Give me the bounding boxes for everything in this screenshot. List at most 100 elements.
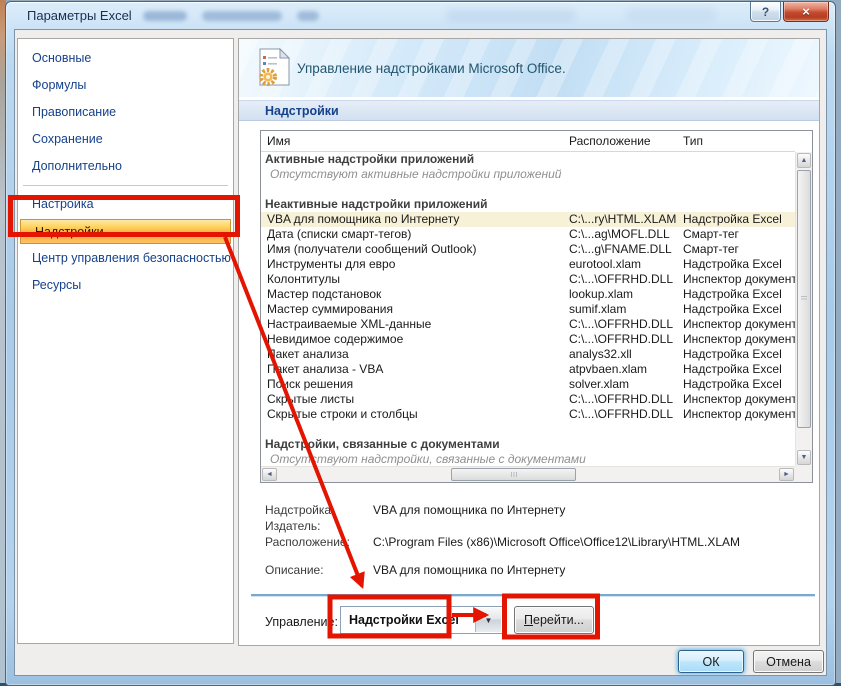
cancel-button-label: Отмена (766, 655, 811, 669)
detail-label: Надстройка: (260, 502, 373, 518)
screen: Параметры Excel ? × ОсновныеФормулыПраво… (0, 0, 841, 686)
addin-row[interactable]: Колонтитулы C:\...\OFFRHD.DLL Инспектор до… (261, 272, 795, 287)
addin-row[interactable]: Настраиваемые XML-данныеC:\...\OFFRHD.DL… (261, 317, 795, 332)
addin-row[interactable]: Мастер суммированияsumif.xlamНадстройка … (261, 302, 795, 317)
dialog-body: ОсновныеФормулыПравописаниеСохранениеДоп… (14, 29, 827, 676)
manage-dropdown[interactable]: Надстройки Excel ▼ (340, 606, 503, 634)
detail-value: C:\Program Files (x86)\Microsoft Office\… (373, 534, 740, 550)
excel-options-dialog: Параметры Excel ? × ОсновныеФормулыПраво… (5, 1, 836, 686)
addin-type: Смарт-тег (683, 242, 739, 257)
addins-table: Имя Расположение Тип Активные надстройки… (260, 130, 813, 483)
detail-label: Описание: (260, 562, 373, 578)
section-header-label: Надстройки (265, 104, 339, 118)
background-blur-artifact (297, 11, 319, 21)
addin-location: lookup.xlam (569, 287, 633, 302)
scroll-left-button[interactable]: ◄ (262, 468, 277, 481)
cancel-button[interactable]: Отмена (753, 650, 824, 673)
scroll-up-icon: ▲ (801, 157, 808, 164)
vertical-scrollbar-thumb[interactable] (797, 170, 811, 428)
addin-row[interactable]: Скрытые листыC:\...\OFFRHD.DLLИнспектор … (261, 392, 795, 407)
sidebar-item[interactable]: Надстройки (20, 219, 231, 244)
background-blur-artifact (143, 11, 187, 21)
dropdown-arrow-button[interactable]: ▼ (475, 608, 501, 632)
addin-location: solver.xlam (569, 377, 629, 392)
addin-type: Надстройка Excel (683, 212, 782, 227)
ok-button[interactable]: ОК (678, 650, 744, 673)
horizontal-scrollbar[interactable]: ◄ ► (261, 466, 795, 482)
close-button[interactable]: × (783, 2, 829, 22)
detail-value: VBA для помощника по Интернету (373, 502, 565, 518)
addin-row[interactable]: Имя (получатели сообщений Outlook)C:\...… (261, 242, 795, 257)
addin-name: Настраиваемые XML-данные (267, 317, 431, 332)
go-button[interactable]: Перейти... (514, 606, 594, 634)
addin-group-header: Надстройки, связанные с документами (261, 437, 795, 452)
addin-location: C:\...ry\HTML.XLAM (569, 212, 676, 227)
sidebar-item[interactable]: Сохранение (18, 126, 233, 153)
separator (251, 594, 815, 597)
sidebar-item[interactable]: Ресурсы (18, 272, 233, 299)
addin-row[interactable]: Поиск решенияsolver.xlamНадстройка Excel (261, 377, 795, 392)
sidebar-item[interactable]: Основные (18, 45, 233, 72)
addin-row[interactable]: Дата (списки смарт-тегов)C:\...ag\MOFL.D… (261, 227, 795, 242)
addin-location: eurotool.xlam (569, 257, 641, 272)
sidebar-item[interactable]: Настройка (18, 191, 233, 218)
sidebar-item[interactable]: Правописание (18, 99, 233, 126)
addin-row[interactable]: Пакет анализаanalys32.xllНадстройка Exce… (261, 347, 795, 362)
addin-name: Мастер подстановок (267, 287, 381, 302)
addin-name: VBA для помощника по Интернету (267, 212, 459, 227)
sidebar-item[interactable]: Центр управления безопасностью (18, 245, 233, 272)
addin-empty-note: Отсутствуют активные надстройки приложен… (261, 167, 795, 182)
scroll-left-icon: ◄ (266, 471, 273, 478)
addin-location: atpvbaen.xlam (569, 362, 647, 377)
scroll-down-button[interactable]: ▼ (797, 450, 811, 465)
column-header-location: Расположение (569, 134, 651, 148)
addin-group-header: Активные надстройки приложений (261, 152, 795, 167)
detail-row: Описание:VBA для помощника по Интернету (260, 562, 816, 578)
detail-row: Издатель: (260, 518, 816, 534)
vertical-scrollbar[interactable]: ▲ ▼ (795, 152, 812, 466)
addin-row[interactable]: Пакет анализа - VBA atpvbaen.xlam Надстрой… (261, 362, 795, 377)
addin-location: C:\...\OFFRHD.DLL (569, 392, 673, 407)
addin-name: Пакет анализа - VBA (267, 362, 383, 377)
sidebar-item[interactable]: Дополнительно (18, 153, 233, 180)
background-blur-artifact (626, 7, 716, 22)
addin-row[interactable]: Инструменты для евро eurotool.xlam Надстро… (261, 257, 795, 272)
scroll-right-button[interactable]: ► (779, 468, 794, 481)
scroll-down-icon: ▼ (801, 454, 808, 461)
addin-row[interactable]: Невидимое содержимоеC:\...\OFFRHD.DLLИнс… (261, 332, 795, 347)
addin-type: Надстройка Excel (683, 362, 782, 377)
addin-type: Надстройка Excel (683, 257, 782, 272)
addin-location: sumif.xlam (569, 302, 626, 317)
addin-type: Инспектор документо (683, 392, 795, 407)
addin-name: Инструменты для евро (267, 257, 395, 272)
addin-row[interactable]: Скрытые строки и столбцы C:\...\OFFRHD.DL… (261, 407, 795, 422)
scroll-up-button[interactable]: ▲ (797, 153, 811, 168)
column-header-type: Тип (683, 134, 703, 148)
addins-pane: Управление надстройками Microsoft Office… (238, 38, 820, 646)
detail-row: Расположение:C:\Program Files (x86)\Micr… (260, 534, 816, 550)
horizontal-scrollbar-thumb[interactable] (451, 468, 576, 481)
addin-type: Инспектор документо (683, 332, 795, 347)
background-blur-artifact (446, 9, 576, 22)
addin-row[interactable]: Мастер подстановок lookup.xlam Надстройка … (261, 287, 795, 302)
addin-type: Инспектор документо (683, 272, 795, 287)
dialog-titlebar[interactable]: Параметры Excel ? × (6, 2, 835, 29)
addin-name: Невидимое содержимое (267, 332, 403, 347)
addin-location: C:\...\OFFRHD.DLL (569, 272, 673, 287)
addin-location: analys32.xll (569, 347, 632, 362)
scrollbar-corner (795, 466, 812, 482)
addin-row[interactable]: VBA для помощника по Интернету C:\...ry\H… (261, 212, 795, 227)
addin-location: C:\...\OFFRHD.DLL (569, 407, 673, 422)
help-button[interactable]: ? (750, 2, 781, 22)
addin-name: Колонтитулы (267, 272, 340, 287)
addin-name: Имя (получатели сообщений Outlook) (267, 242, 476, 257)
addin-name: Дата (списки смарт-тегов) (267, 227, 411, 242)
section-header: Надстройки (239, 100, 819, 121)
addin-type: Надстройка Excel (683, 287, 782, 302)
addin-name: Скрытые строки и столбцы (267, 407, 418, 422)
scroll-right-icon: ► (783, 471, 790, 478)
detail-row: Надстройка:VBA для помощника по Интернет… (260, 502, 816, 518)
detail-value: VBA для помощника по Интернету (373, 562, 565, 578)
sidebar-item[interactable]: Формулы (18, 72, 233, 99)
detail-label: Расположение: (260, 534, 373, 550)
